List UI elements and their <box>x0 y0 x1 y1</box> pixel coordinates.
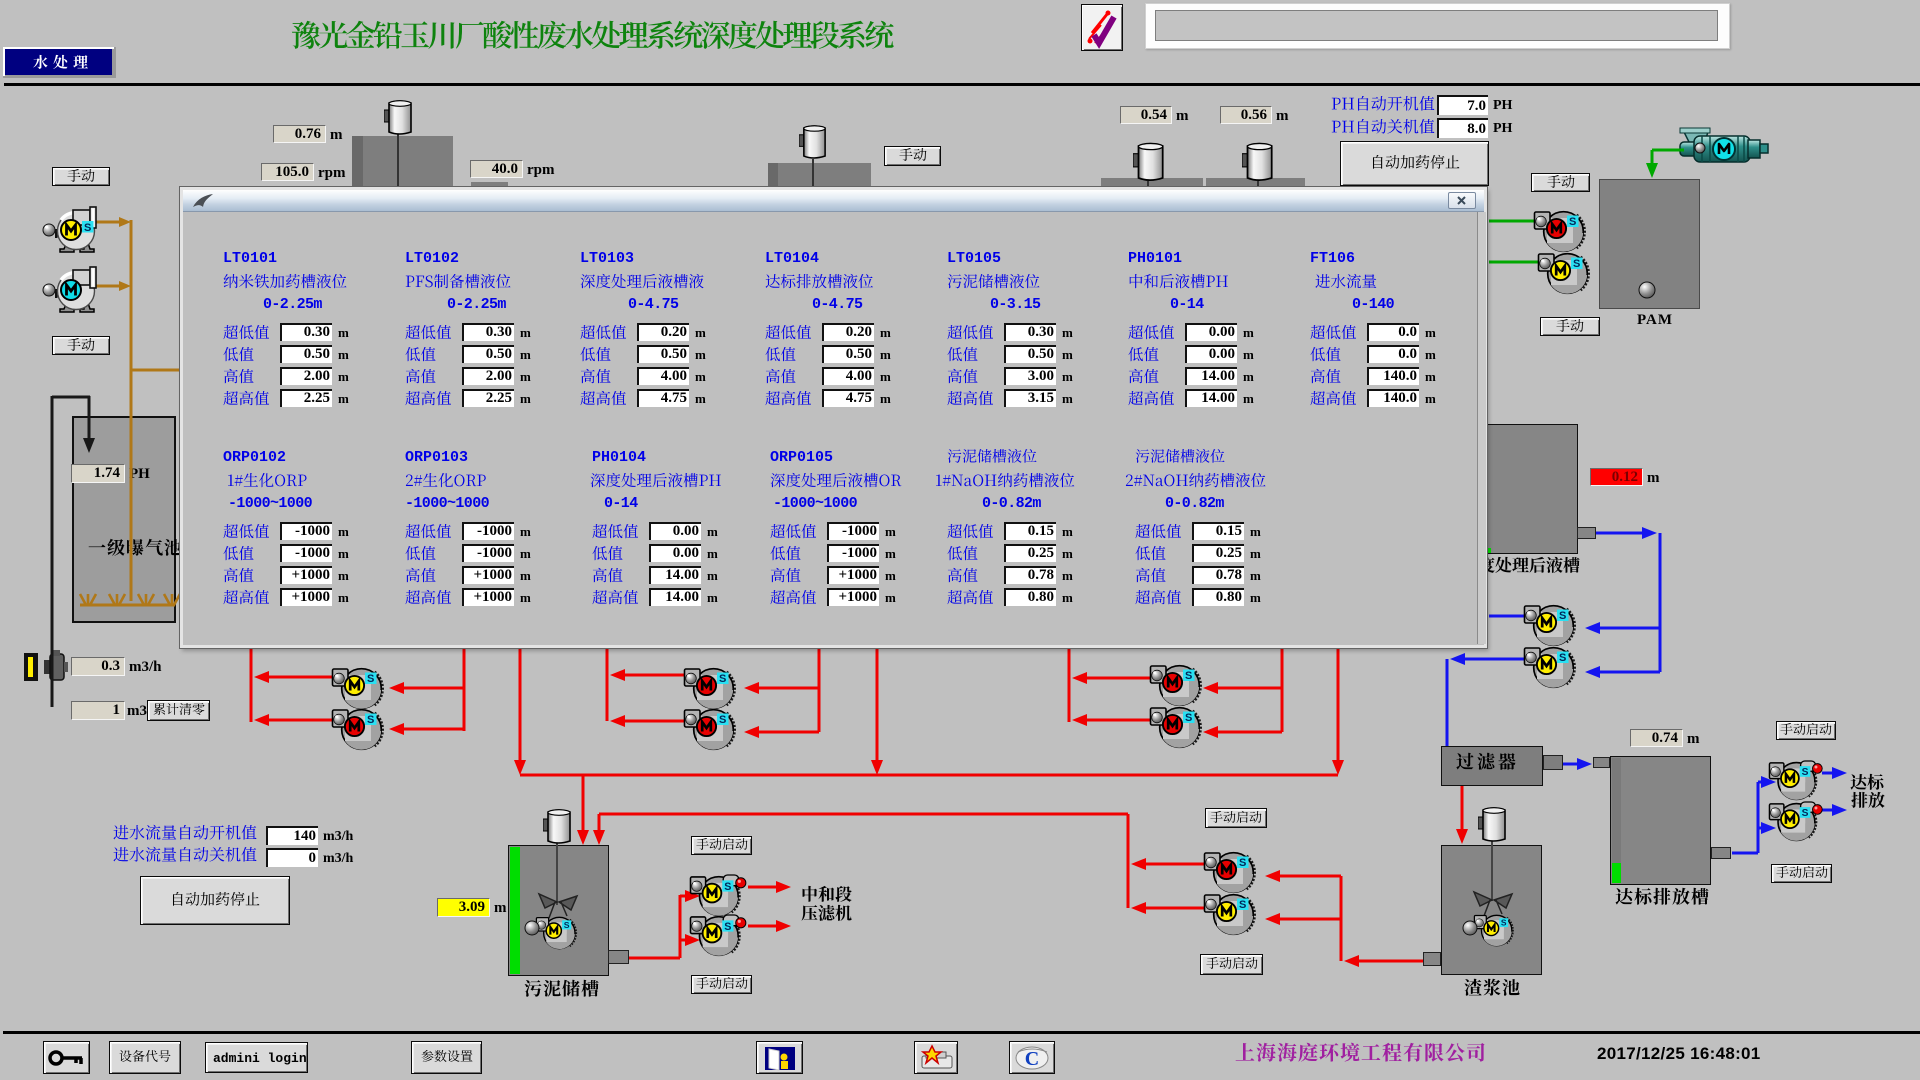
svg-text:S: S <box>1185 670 1192 682</box>
svg-text:S: S <box>367 673 374 685</box>
svg-text:S: S <box>367 714 374 726</box>
svg-text:S: S <box>719 673 726 685</box>
svg-text:C: C <box>1025 1048 1039 1070</box>
svg-text:S: S <box>1802 808 1809 819</box>
svg-text:S: S <box>724 921 731 933</box>
svg-text:S: S <box>1573 258 1580 270</box>
svg-text:S: S <box>1802 767 1809 778</box>
svg-text:S: S <box>84 222 91 234</box>
svg-text:S: S <box>1569 216 1576 228</box>
svg-text:S: S <box>1185 712 1192 724</box>
svg-text:S: S <box>1239 899 1246 911</box>
svg-text:S: S <box>724 881 731 893</box>
svg-text:S: S <box>1239 857 1246 869</box>
svg-text:S: S <box>1559 652 1566 664</box>
svg-text:S: S <box>1559 610 1566 622</box>
svg-text:S: S <box>719 714 726 726</box>
